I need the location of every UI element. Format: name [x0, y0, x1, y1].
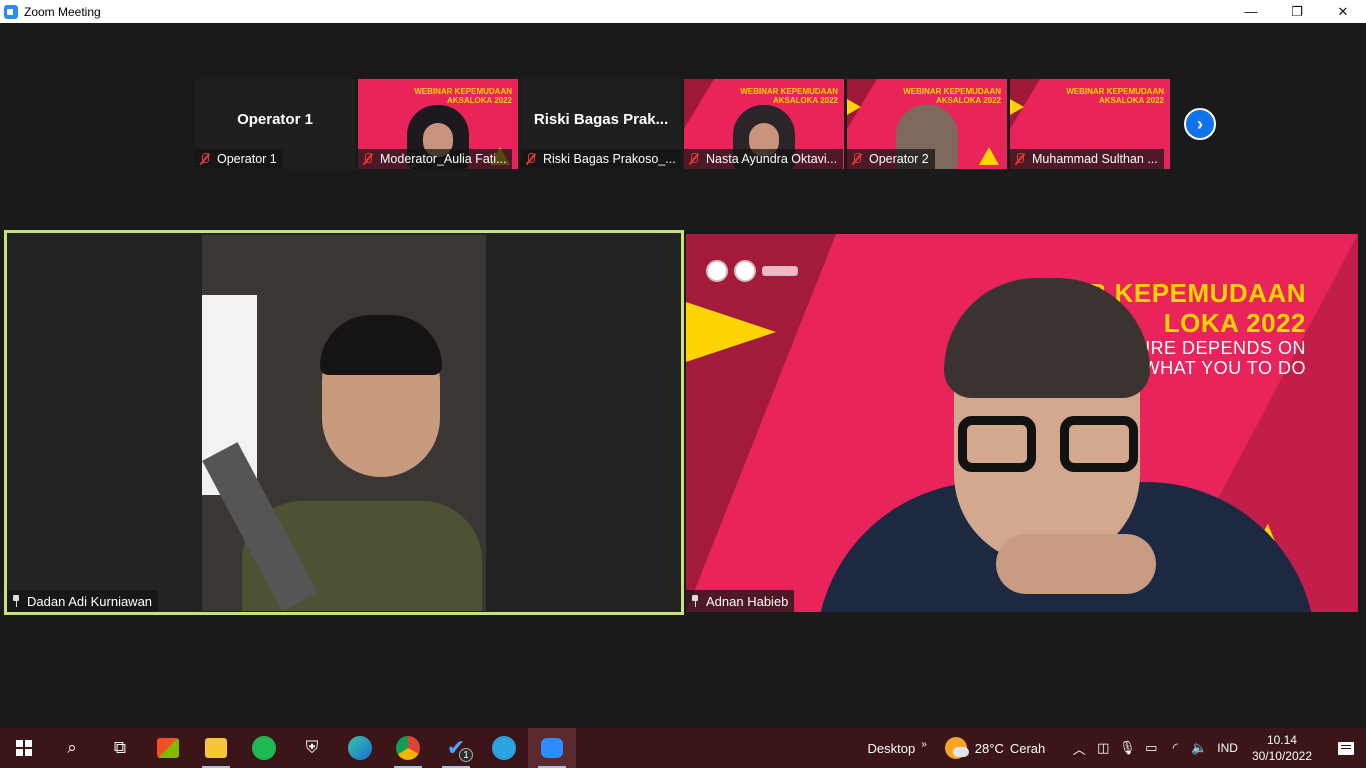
- participant-name: Moderator_Aulia Fati...: [380, 152, 507, 166]
- language-indicator[interactable]: IND: [1217, 741, 1238, 755]
- clock-time: 10.14: [1266, 733, 1297, 747]
- camera-icon[interactable]: ◫: [1091, 728, 1115, 768]
- edge-icon: [348, 736, 372, 760]
- participant-name: Operator 2: [869, 152, 929, 166]
- participant-tile[interactable]: Operator 1 Operator 1: [195, 79, 355, 169]
- clock[interactable]: 10.14 30/10/2022: [1252, 732, 1312, 764]
- webinar-banner: WEBINAR KEPEMUDAAN AKSALOKA 2022: [1066, 87, 1164, 105]
- participant-name: Adnan Habieb: [706, 593, 789, 609]
- participant-label: Adnan Habieb: [686, 590, 795, 612]
- weather-condition[interactable]: Cerah: [1010, 741, 1045, 756]
- mic-muted-icon: [851, 153, 863, 165]
- notification-icon: [1338, 741, 1354, 755]
- search-icon: ⌕: [67, 738, 77, 757]
- participant-label: Dadan Adi Kurniawan: [7, 590, 159, 612]
- window-controls: — ❐ ✕: [1228, 0, 1366, 23]
- webinar-banner: WEBINAR KEPEMUDAAN AKSALOKA 2022: [903, 87, 1001, 105]
- search-button[interactable]: ⌕: [48, 728, 96, 768]
- event-logo-icon: [762, 266, 798, 276]
- toolbar-expand-icon[interactable]: »: [921, 739, 927, 750]
- desktop-toolbar[interactable]: Desktop: [868, 741, 916, 756]
- security-button[interactable]: ⛨: [288, 728, 336, 768]
- task-view-icon: ⧉: [113, 738, 127, 757]
- participant-label: Muhammad Sulthan ...: [1010, 149, 1164, 169]
- telegram-button[interactable]: [480, 728, 528, 768]
- glasses: [958, 416, 1138, 476]
- mic-muted-icon: [1014, 153, 1026, 165]
- participant-big-name: Operator 1: [237, 110, 313, 128]
- participant-tile[interactable]: WEBINAR KEPEMUDAAN AKSALOKA 2022 Muhamma…: [1010, 79, 1170, 169]
- weather-temperature[interactable]: 28°C: [975, 741, 1004, 756]
- participant-name: Nasta Ayundra Oktavi...: [706, 152, 838, 166]
- zoom-icon: [541, 738, 563, 758]
- volume-icon[interactable]: 🔈: [1187, 728, 1211, 768]
- university-logo-icon: [706, 260, 728, 282]
- mic-muted-icon: [199, 153, 211, 165]
- participant-tile[interactable]: WEBINAR KEPEMUDAAN AKSALOKA 2022 Nasta A…: [684, 79, 844, 169]
- store-icon: [157, 738, 179, 758]
- participant-tile[interactable]: Riski Bagas Prak... Riski Bagas Prakoso_…: [521, 79, 681, 169]
- webinar-banner: WEBINAR KEPEMUDAAN AKSALOKA 2022: [740, 87, 838, 105]
- pin-icon: [11, 595, 21, 607]
- todo-button[interactable]: ✔ 1: [432, 728, 480, 768]
- telegram-icon: [492, 736, 516, 760]
- next-page-button[interactable]: ›: [1184, 108, 1216, 140]
- sponsor-logos: [706, 260, 798, 282]
- chrome-button[interactable]: [384, 728, 432, 768]
- shield-icon: ⛨: [305, 738, 319, 757]
- participant-strip: Operator 1 Operator 1 WEBINAR KEPEMUDAAN…: [195, 79, 1170, 169]
- wifi-icon[interactable]: ◜: [1163, 728, 1187, 768]
- minimize-button[interactable]: —: [1228, 0, 1274, 23]
- chevron-right-icon: ›: [1197, 113, 1203, 134]
- participant-name: Dadan Adi Kurniawan: [27, 593, 153, 609]
- restore-button[interactable]: ❐: [1274, 0, 1320, 23]
- weather-icon[interactable]: [944, 737, 969, 759]
- taskbar: ⌕ ⧉ ⛨ ✔ 1 Desktop » 28°C Cerah ︿ ◫ 🎙 ▭ ◜: [0, 728, 1366, 768]
- mic-muted-icon: [688, 153, 700, 165]
- webinar-banner: WEBINAR KEPEMUDAAN AKSALOKA 2022: [414, 87, 512, 105]
- main-video-tile-right[interactable]: WEB KEPEMUDAAN LOKA 2022 URE DEPENDS ON …: [686, 234, 1358, 612]
- spotify-icon: [252, 736, 276, 760]
- clock-date: 30/10/2022: [1251, 749, 1312, 763]
- participant-label: Riski Bagas Prakoso_...: [521, 149, 681, 169]
- participant-name: Riski Bagas Prakoso_...: [543, 152, 676, 166]
- title-bar: Zoom Meeting — ❐ ✕: [0, 0, 1366, 23]
- system-tray: Desktop » 28°C Cerah ︿ ◫ 🎙 ▭ ◜ 🔈 IND 10.…: [868, 728, 1366, 768]
- notification-badge: 1: [459, 748, 473, 762]
- spotify-button[interactable]: [240, 728, 288, 768]
- participant-label: Operator 2: [847, 149, 935, 169]
- participant-name: Operator 1: [217, 152, 277, 166]
- close-button[interactable]: ✕: [1320, 0, 1366, 23]
- microphone-icon[interactable]: 🎙: [1115, 728, 1139, 768]
- windows-icon: [16, 740, 32, 756]
- pin-icon: [690, 595, 700, 607]
- participant-tile[interactable]: WEBINAR KEPEMUDAAN AKSALOKA 2022 Operato…: [847, 79, 1007, 169]
- chrome-icon: [396, 736, 420, 760]
- folder-icon: [205, 738, 227, 758]
- participant-name: Muhammad Sulthan ...: [1032, 152, 1158, 166]
- file-explorer-button[interactable]: [192, 728, 240, 768]
- participant-tile[interactable]: WEBINAR KEPEMUDAAN AKSALOKA 2022 Moderat…: [358, 79, 518, 169]
- main-video-tile-left[interactable]: Dadan Adi Kurniawan: [4, 230, 684, 615]
- store-button[interactable]: [144, 728, 192, 768]
- participant-big-name: Riski Bagas Prak...: [533, 110, 669, 128]
- organization-logo-icon: [734, 260, 756, 282]
- show-hidden-icons-icon[interactable]: ︿: [1067, 728, 1091, 768]
- task-view-button[interactable]: ⧉: [96, 728, 144, 768]
- battery-icon[interactable]: ▭: [1139, 728, 1163, 768]
- zoom-logo-icon: [4, 4, 18, 19]
- participant-label: Operator 1: [195, 149, 283, 169]
- zoom-button[interactable]: [528, 728, 576, 768]
- edge-button[interactable]: [336, 728, 384, 768]
- participant-label: Moderator_Aulia Fati...: [358, 149, 513, 169]
- participant-label: Nasta Ayundra Oktavi...: [684, 149, 844, 169]
- mic-muted-icon: [362, 153, 374, 165]
- notification-center-button[interactable]: [1326, 728, 1366, 768]
- meeting-area: Operator 1 Operator 1 WEBINAR KEPEMUDAAN…: [0, 23, 1366, 728]
- participant-video: [202, 235, 486, 611]
- window-title: Zoom Meeting: [24, 4, 101, 19]
- start-button[interactable]: [0, 728, 48, 768]
- mic-muted-icon: [525, 153, 537, 165]
